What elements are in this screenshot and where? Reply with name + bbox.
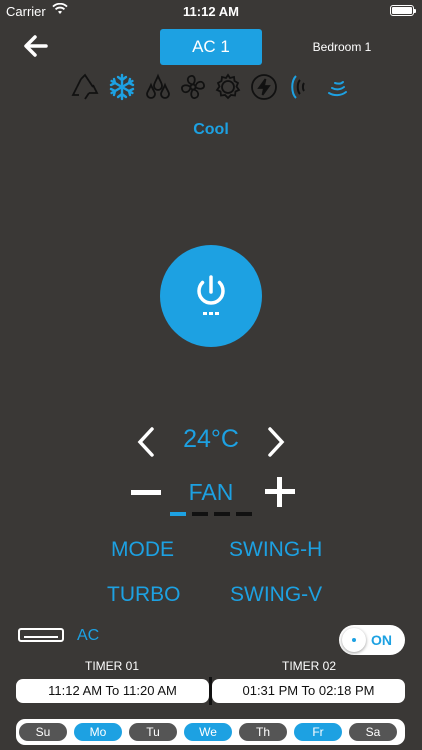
- device-label: AC: [77, 627, 100, 644]
- status-time: 11:12 AM: [183, 4, 239, 19]
- timer-02-title: TIMER 02: [281, 659, 336, 673]
- day-friday[interactable]: Fr: [294, 723, 342, 741]
- recycle-icon[interactable]: [70, 72, 100, 102]
- power-button[interactable]: [160, 245, 262, 347]
- gear-icon[interactable]: [213, 72, 243, 102]
- device-tab-ac1[interactable]: AC 1: [160, 29, 262, 65]
- mode-selector: [70, 72, 360, 104]
- temp-increase-chevron-icon[interactable]: [264, 426, 288, 458]
- swing-h-button[interactable]: SWING-H: [229, 538, 322, 562]
- bolt-icon[interactable]: [249, 72, 279, 102]
- day-wednesday[interactable]: We: [184, 723, 232, 741]
- fan-label: FAN: [188, 479, 234, 505]
- room-label: Bedroom 1: [312, 40, 372, 54]
- temperature-value: 24°C: [183, 425, 239, 453]
- day-selector: Su Mo Tu We Th Fr Sa: [16, 719, 405, 745]
- selected-mode-label: Cool: [193, 121, 229, 138]
- day-sunday[interactable]: Su: [19, 723, 67, 741]
- timer-01-field[interactable]: 11:12 AM To 11:20 AM: [16, 679, 209, 703]
- battery-icon: [390, 5, 416, 16]
- fan-level-bar: [192, 512, 208, 516]
- fan-control: FAN: [0, 472, 422, 520]
- toggle-on-label: ON: [371, 632, 392, 648]
- swing-v-button[interactable]: SWING-V: [230, 583, 322, 607]
- temp-decrease-chevron-icon[interactable]: [134, 426, 158, 458]
- turbo-button[interactable]: TURBO: [107, 583, 181, 607]
- timer-02-field[interactable]: 01:31 PM To 02:18 PM: [212, 679, 405, 703]
- status-bar: Carrier 11:12 AM: [0, 0, 422, 22]
- power-icon: [197, 275, 225, 315]
- fan-level-indicator: [170, 512, 252, 516]
- fan-increase-button[interactable]: [265, 477, 295, 507]
- fan-icon[interactable]: [178, 72, 208, 102]
- fan-level-bar: [170, 512, 186, 516]
- air-conditioner-icon: [18, 628, 64, 642]
- day-saturday[interactable]: Sa: [349, 723, 397, 741]
- mode-button[interactable]: MODE: [111, 538, 174, 562]
- fan-decrease-button[interactable]: [131, 490, 161, 495]
- snowflake-icon[interactable]: [107, 72, 137, 102]
- timer-01-title: TIMER 01: [84, 659, 139, 673]
- drops-icon[interactable]: [143, 72, 173, 102]
- temperature-control: 24°C: [0, 422, 422, 462]
- day-monday[interactable]: Mo: [74, 723, 122, 741]
- fan-level-bar: [214, 512, 230, 516]
- power-toggle[interactable]: ON: [339, 625, 405, 655]
- toggle-knob: [342, 628, 366, 652]
- day-thursday[interactable]: Th: [239, 723, 287, 741]
- wind-wave-icon[interactable]: [322, 72, 352, 102]
- back-arrow-icon[interactable]: [22, 34, 50, 58]
- fan-level-bar: [236, 512, 252, 516]
- day-tuesday[interactable]: Tu: [129, 723, 177, 741]
- swing-wave-icon[interactable]: [286, 72, 316, 102]
